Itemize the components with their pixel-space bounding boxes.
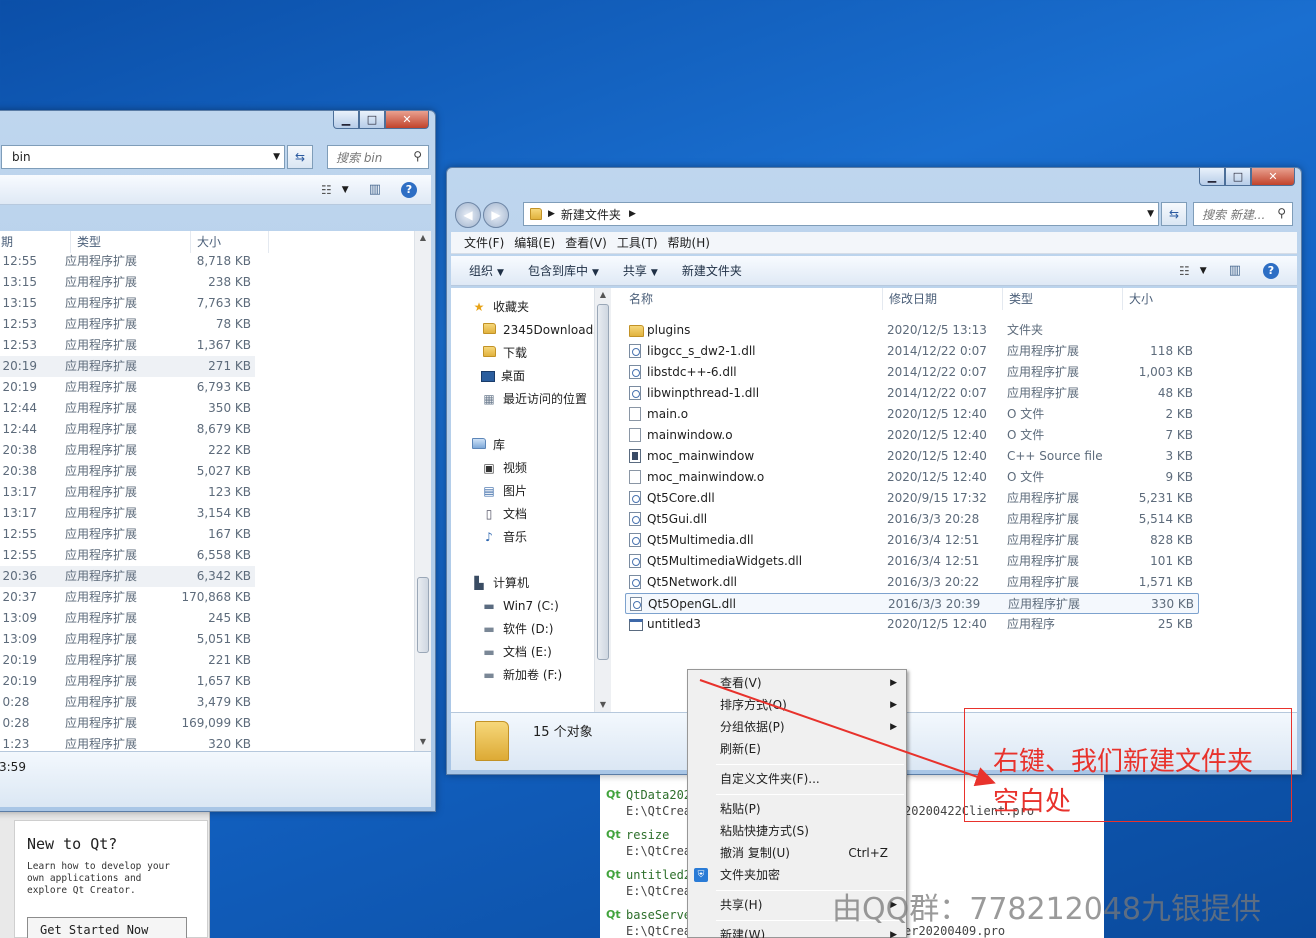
annotation-line-2: 空白处 bbox=[993, 787, 1072, 817]
annotation-line-1: 右键、我们新建文件夹 bbox=[993, 747, 1254, 777]
annotation-box: 右键、我们新建文件夹 空白处 bbox=[964, 708, 1292, 822]
watermark: 由QQ群：778212048九银提供 bbox=[832, 892, 1262, 927]
